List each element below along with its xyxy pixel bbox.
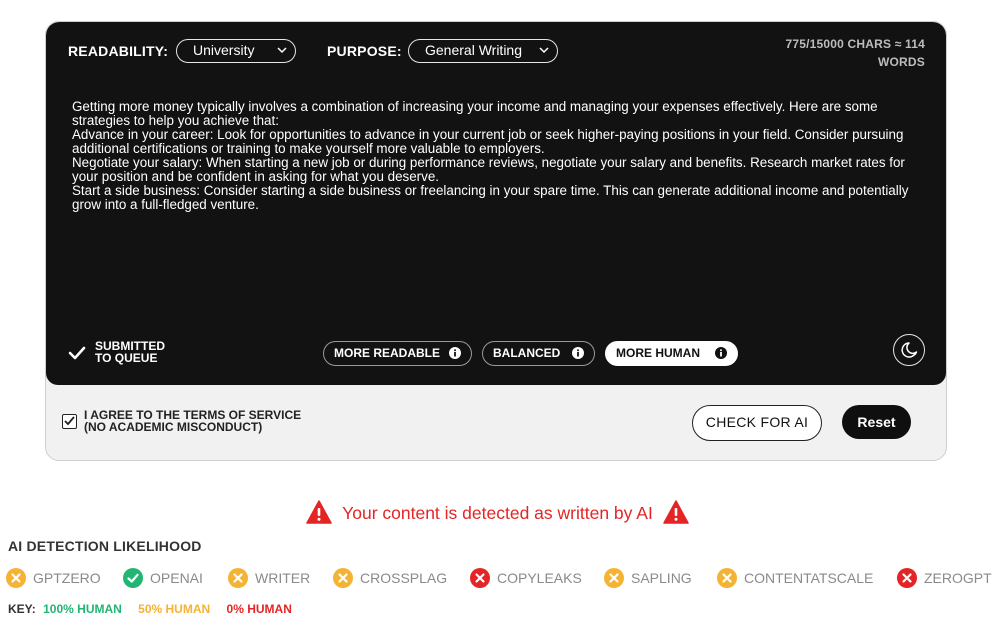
humanizer-card: READABILITY: University PURPOSE: General… [45, 21, 947, 461]
ai-detected-alert: Your content is detected as written by A… [0, 500, 995, 526]
char-counter: 775/15000 CHARS ≈ 114 WORDS [745, 35, 925, 71]
partial-icon [604, 568, 624, 588]
char-counter-line1: 775/15000 CHARS ≈ 114 [785, 37, 925, 51]
partial-icon [6, 568, 26, 588]
text-line: Negotiate your salary: When starting a n… [72, 155, 905, 184]
info-icon[interactable] [449, 347, 461, 359]
readability-label: READABILITY: [68, 43, 169, 59]
partial-icon [333, 568, 353, 588]
warning-icon [306, 500, 332, 524]
key-ai: 0% HUMAN [226, 602, 292, 616]
partial-icon [717, 568, 737, 588]
purpose-select[interactable]: General Writing [408, 39, 558, 63]
check-for-ai-button[interactable]: CHECK FOR AI [692, 405, 822, 441]
detection-key: KEY: 100% HUMAN 50% HUMAN 0% HUMAN [8, 602, 305, 616]
checkmark-icon [64, 416, 75, 426]
terms-checkbox[interactable] [62, 414, 77, 429]
alert-message: Your content is detected as written by A… [342, 503, 653, 523]
text-line: Start a side business: Consider starting… [72, 183, 909, 212]
mode-label: BALANCED [493, 346, 561, 360]
info-icon[interactable] [715, 347, 727, 359]
readability-select[interactable]: University [176, 39, 296, 63]
mode-more-human[interactable]: MORE HUMAN [605, 341, 738, 366]
x-circle-icon [470, 568, 490, 588]
dark-mode-toggle[interactable] [893, 334, 925, 366]
moon-icon [901, 342, 918, 358]
mode-balanced[interactable]: BALANCED [482, 341, 595, 366]
content-textarea[interactable]: Getting more money typically involves a … [72, 100, 932, 212]
text-line: Advance in your career: Look for opportu… [72, 127, 904, 156]
detector-name: SAPLING [631, 570, 692, 586]
key-human: 100% HUMAN [43, 602, 122, 616]
x-circle-icon [897, 568, 917, 588]
detector-name: COPYLEAKS [497, 570, 582, 586]
detector-name: OPENAI [150, 570, 203, 586]
check-circle-icon [123, 568, 143, 588]
detector-list: GPTZERO OPENAI WRITER CROSSPLAG COPYLEAK… [0, 568, 995, 590]
partial-icon [228, 568, 248, 588]
mode-more-readable[interactable]: MORE READABLE [323, 341, 472, 366]
chevron-down-icon [539, 40, 549, 61]
detector-name: CONTENTATSCALE [744, 570, 874, 586]
reset-button[interactable]: Reset [842, 405, 911, 439]
purpose-value: General Writing [425, 42, 523, 58]
detector-name: WRITER [255, 570, 311, 586]
key-partial: 50% HUMAN [138, 602, 211, 616]
terms-line2: (NO ACADEMIC MISCONDUCT) [84, 420, 263, 434]
info-icon[interactable] [572, 347, 584, 359]
char-counter-line2: WORDS [878, 55, 925, 69]
detector-name: ZEROGPT [924, 570, 992, 586]
detector-name: CROSSPLAG [360, 570, 448, 586]
chevron-down-icon [277, 40, 287, 61]
purpose-label: PURPOSE: [327, 43, 402, 59]
key-label: KEY: [8, 602, 36, 616]
mode-label: MORE READABLE [334, 346, 441, 360]
detector-name: GPTZERO [33, 570, 101, 586]
detection-title: AI DETECTION LIKELIHOOD [8, 538, 202, 554]
warning-icon [663, 500, 689, 524]
checkmark-icon [68, 346, 86, 360]
text-line: Getting more money typically involves a … [72, 99, 878, 128]
editor-panel: READABILITY: University PURPOSE: General… [46, 22, 946, 385]
submitted-line2: TO QUEUE [95, 351, 158, 365]
readability-value: University [193, 42, 255, 58]
mode-label: MORE HUMAN [616, 346, 700, 360]
